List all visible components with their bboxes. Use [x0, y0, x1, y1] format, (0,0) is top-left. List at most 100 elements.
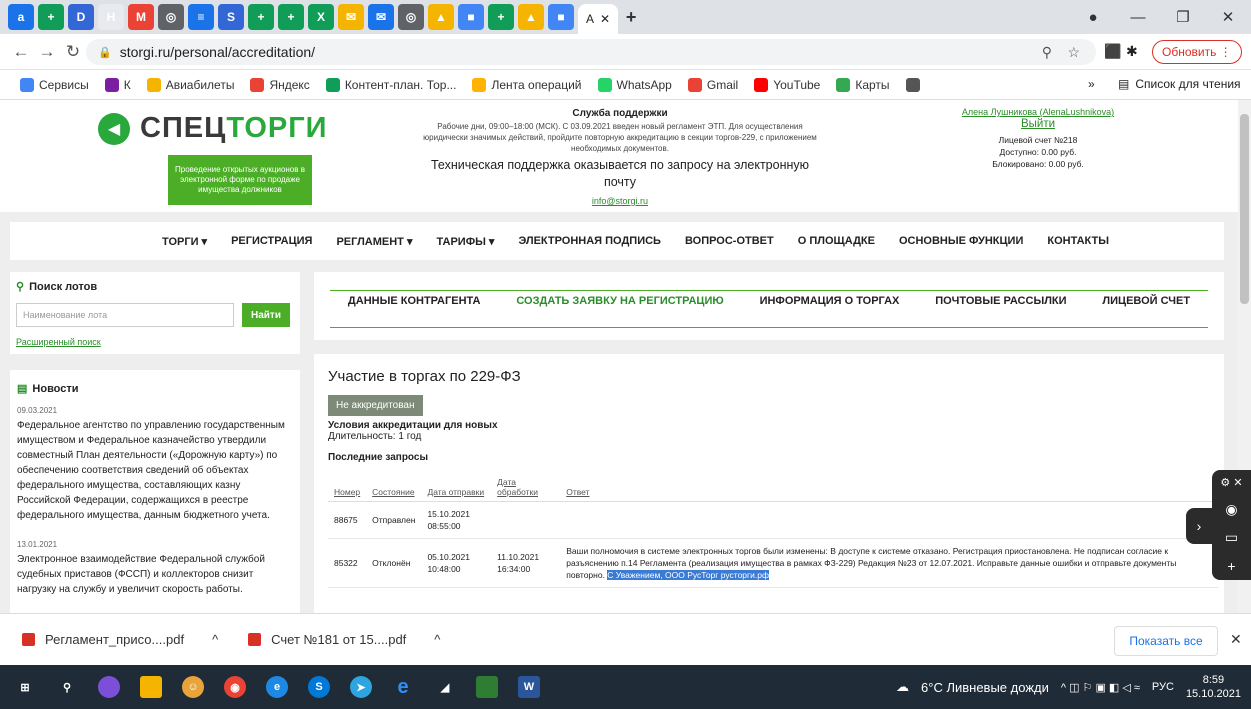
- browser-tab[interactable]: M: [128, 4, 154, 30]
- search-icon[interactable]: ⚲: [56, 676, 78, 698]
- column-header[interactable]: Ответ: [560, 473, 1218, 502]
- bookmark-item[interactable]: Авиабилеты: [146, 77, 234, 92]
- more-bookmarks-icon[interactable]: »: [1088, 77, 1095, 91]
- zoom-icon[interactable]: ⚲: [1042, 44, 1052, 61]
- back-icon[interactable]: ←: [8, 42, 34, 62]
- chevron-up-icon[interactable]: ^: [212, 632, 218, 647]
- app-icon[interactable]: ☺: [182, 676, 204, 698]
- bookmark-item[interactable]: Контент-план. Тор...: [325, 77, 456, 92]
- browser-tab[interactable]: ◎: [398, 4, 424, 30]
- telegram-icon[interactable]: ➤: [350, 676, 372, 698]
- support-email-link[interactable]: info@storgi.ru: [592, 196, 648, 206]
- subnav-item[interactable]: ЛИЦЕВОЙ СЧЕТ: [1102, 295, 1190, 307]
- file-explorer-icon[interactable]: [140, 676, 162, 698]
- download-item[interactable]: Регламент_присо....pdf ^: [22, 632, 218, 647]
- browser-tab[interactable]: +: [38, 4, 64, 30]
- menu-item[interactable]: ЭЛЕКТРОННАЯ ПОДПИСЬ: [518, 235, 661, 247]
- browser-tab[interactable]: ✉: [338, 4, 364, 30]
- forward-icon[interactable]: →: [34, 42, 60, 62]
- bookmark-item[interactable]: Лента операций: [472, 77, 582, 92]
- browser-tab[interactable]: +: [248, 4, 274, 30]
- menu-item[interactable]: ОСНОВНЫЕ ФУНКЦИИ: [899, 235, 1023, 247]
- column-header[interactable]: Дата обработки: [491, 473, 561, 502]
- bookmark-item[interactable]: К: [104, 77, 131, 92]
- bookmark-item[interactable]: Карты: [836, 77, 890, 92]
- user-name-link[interactable]: Алена Лушникова (AlenaLushnikova): [948, 106, 1128, 118]
- bookmark-item[interactable]: [905, 77, 925, 92]
- lot-search-input[interactable]: Наименование лота: [16, 303, 234, 327]
- clock[interactable]: 8:59 15.10.2021: [1186, 673, 1241, 701]
- scroll-thumb[interactable]: [1240, 114, 1249, 304]
- chrome-icon[interactable]: ◉: [224, 676, 246, 698]
- app-icon[interactable]: [98, 676, 120, 698]
- extension-icon[interactable]: ⬛: [1104, 43, 1121, 60]
- tray-icons[interactable]: ^ ◫ ⚐ ▣ ◧ ◁ ≈: [1061, 681, 1140, 694]
- update-button[interactable]: Обновить ⋮: [1152, 40, 1242, 64]
- close-window-button[interactable]: ✕: [1205, 0, 1251, 34]
- menu-item[interactable]: ТАРИФЫ ▾: [436, 235, 494, 248]
- browser-tab[interactable]: ◎: [158, 4, 184, 30]
- column-header[interactable]: Дата отправки: [421, 473, 492, 502]
- browser-tab[interactable]: D: [68, 4, 94, 30]
- language-indicator[interactable]: РУС: [1152, 681, 1174, 693]
- bookmark-item[interactable]: Gmail: [687, 77, 738, 92]
- download-item[interactable]: Счет №181 от 15....pdf ^: [248, 632, 440, 647]
- browser-tab[interactable]: a: [8, 4, 34, 30]
- close-downloads-icon[interactable]: ✕: [1230, 631, 1242, 648]
- show-all-button[interactable]: Показать все: [1114, 626, 1218, 656]
- menu-item[interactable]: ВОПРОС-ОТВЕТ: [685, 235, 774, 247]
- app-icon[interactable]: [476, 676, 498, 698]
- skype-icon[interactable]: S: [308, 676, 330, 698]
- menu-item[interactable]: О ПЛОЩАДКЕ: [798, 235, 875, 247]
- close-tab-icon[interactable]: ✕: [600, 12, 610, 26]
- weather-text[interactable]: 6°C Ливневые дожди: [921, 680, 1049, 695]
- bookmark-item[interactable]: YouTube: [754, 77, 820, 92]
- profile-icon[interactable]: ●: [1070, 0, 1116, 34]
- search-button[interactable]: Найти: [242, 303, 290, 327]
- maximize-button[interactable]: ❐: [1160, 0, 1206, 34]
- reload-icon[interactable]: ↻: [60, 42, 86, 62]
- minimize-button[interactable]: —: [1115, 0, 1161, 34]
- browser-tab[interactable]: ≡: [188, 4, 214, 30]
- video-icon[interactable]: ▭: [1225, 529, 1238, 546]
- url-field[interactable]: 🔒 storgi.ru/personal/accreditation/ ⚲ ☆: [86, 39, 1096, 65]
- new-tab-button[interactable]: +: [618, 4, 644, 30]
- subnav-item[interactable]: ИНФОРМАЦИЯ О ТОРГАХ: [760, 295, 900, 307]
- browser-tab[interactable]: ▲: [518, 4, 544, 30]
- menu-item[interactable]: КОНТАКТЫ: [1047, 235, 1109, 247]
- plus-icon[interactable]: +: [1227, 558, 1235, 574]
- browser-tab[interactable]: +: [278, 4, 304, 30]
- app-icon[interactable]: ◢: [434, 676, 456, 698]
- news-item[interactable]: Электронное взаимодействие Федеральной с…: [17, 552, 293, 597]
- menu-item[interactable]: РЕГИСТРАЦИЯ: [231, 235, 312, 247]
- menu-item[interactable]: ТОРГИ ▾: [162, 235, 207, 248]
- browser-tab[interactable]: S: [218, 4, 244, 30]
- logout-link[interactable]: Выйти: [948, 118, 1128, 130]
- advanced-search-link[interactable]: Расширенный поиск: [16, 337, 294, 347]
- close-icon[interactable]: ⚙ ✕: [1220, 476, 1242, 489]
- browser-tab[interactable]: H: [98, 4, 124, 30]
- bookmark-item[interactable]: WhatsApp: [597, 77, 672, 92]
- ie-icon[interactable]: e: [392, 676, 414, 698]
- chevron-right-icon[interactable]: ›: [1186, 508, 1212, 544]
- browser-tab[interactable]: ✉: [368, 4, 394, 30]
- word-icon[interactable]: W: [518, 676, 540, 698]
- camera-icon[interactable]: ◉: [1225, 501, 1237, 518]
- browser-tab[interactable]: ■: [458, 4, 484, 30]
- bookmark-star-icon[interactable]: ☆: [1067, 44, 1080, 61]
- bookmark-item[interactable]: Сервисы: [20, 77, 89, 92]
- column-header[interactable]: Состояние: [366, 473, 422, 502]
- browser-tab[interactable]: X: [308, 4, 334, 30]
- bookmark-item[interactable]: Яндекс: [250, 77, 310, 92]
- browser-tab[interactable]: ▲: [428, 4, 454, 30]
- browser-tab[interactable]: ■: [548, 4, 574, 30]
- menu-item[interactable]: РЕГЛАМЕНТ ▾: [336, 235, 412, 248]
- windows-start-icon[interactable]: ⊞: [14, 676, 36, 698]
- subnav-item[interactable]: ПОЧТОВЫЕ РАССЫЛКИ: [935, 295, 1066, 307]
- edge-icon[interactable]: e: [266, 676, 288, 698]
- site-logo[interactable]: ◀ СПЕЦТОРГИ: [98, 112, 328, 145]
- subnav-item[interactable]: СОЗДАТЬ ЗАЯВКУ НА РЕГИСТРАЦИЮ: [516, 295, 723, 307]
- column-header[interactable]: Номер: [328, 473, 367, 502]
- puzzle-icon[interactable]: ✱: [1126, 43, 1138, 60]
- reading-list[interactable]: ▤ Список для чтения: [1118, 77, 1241, 91]
